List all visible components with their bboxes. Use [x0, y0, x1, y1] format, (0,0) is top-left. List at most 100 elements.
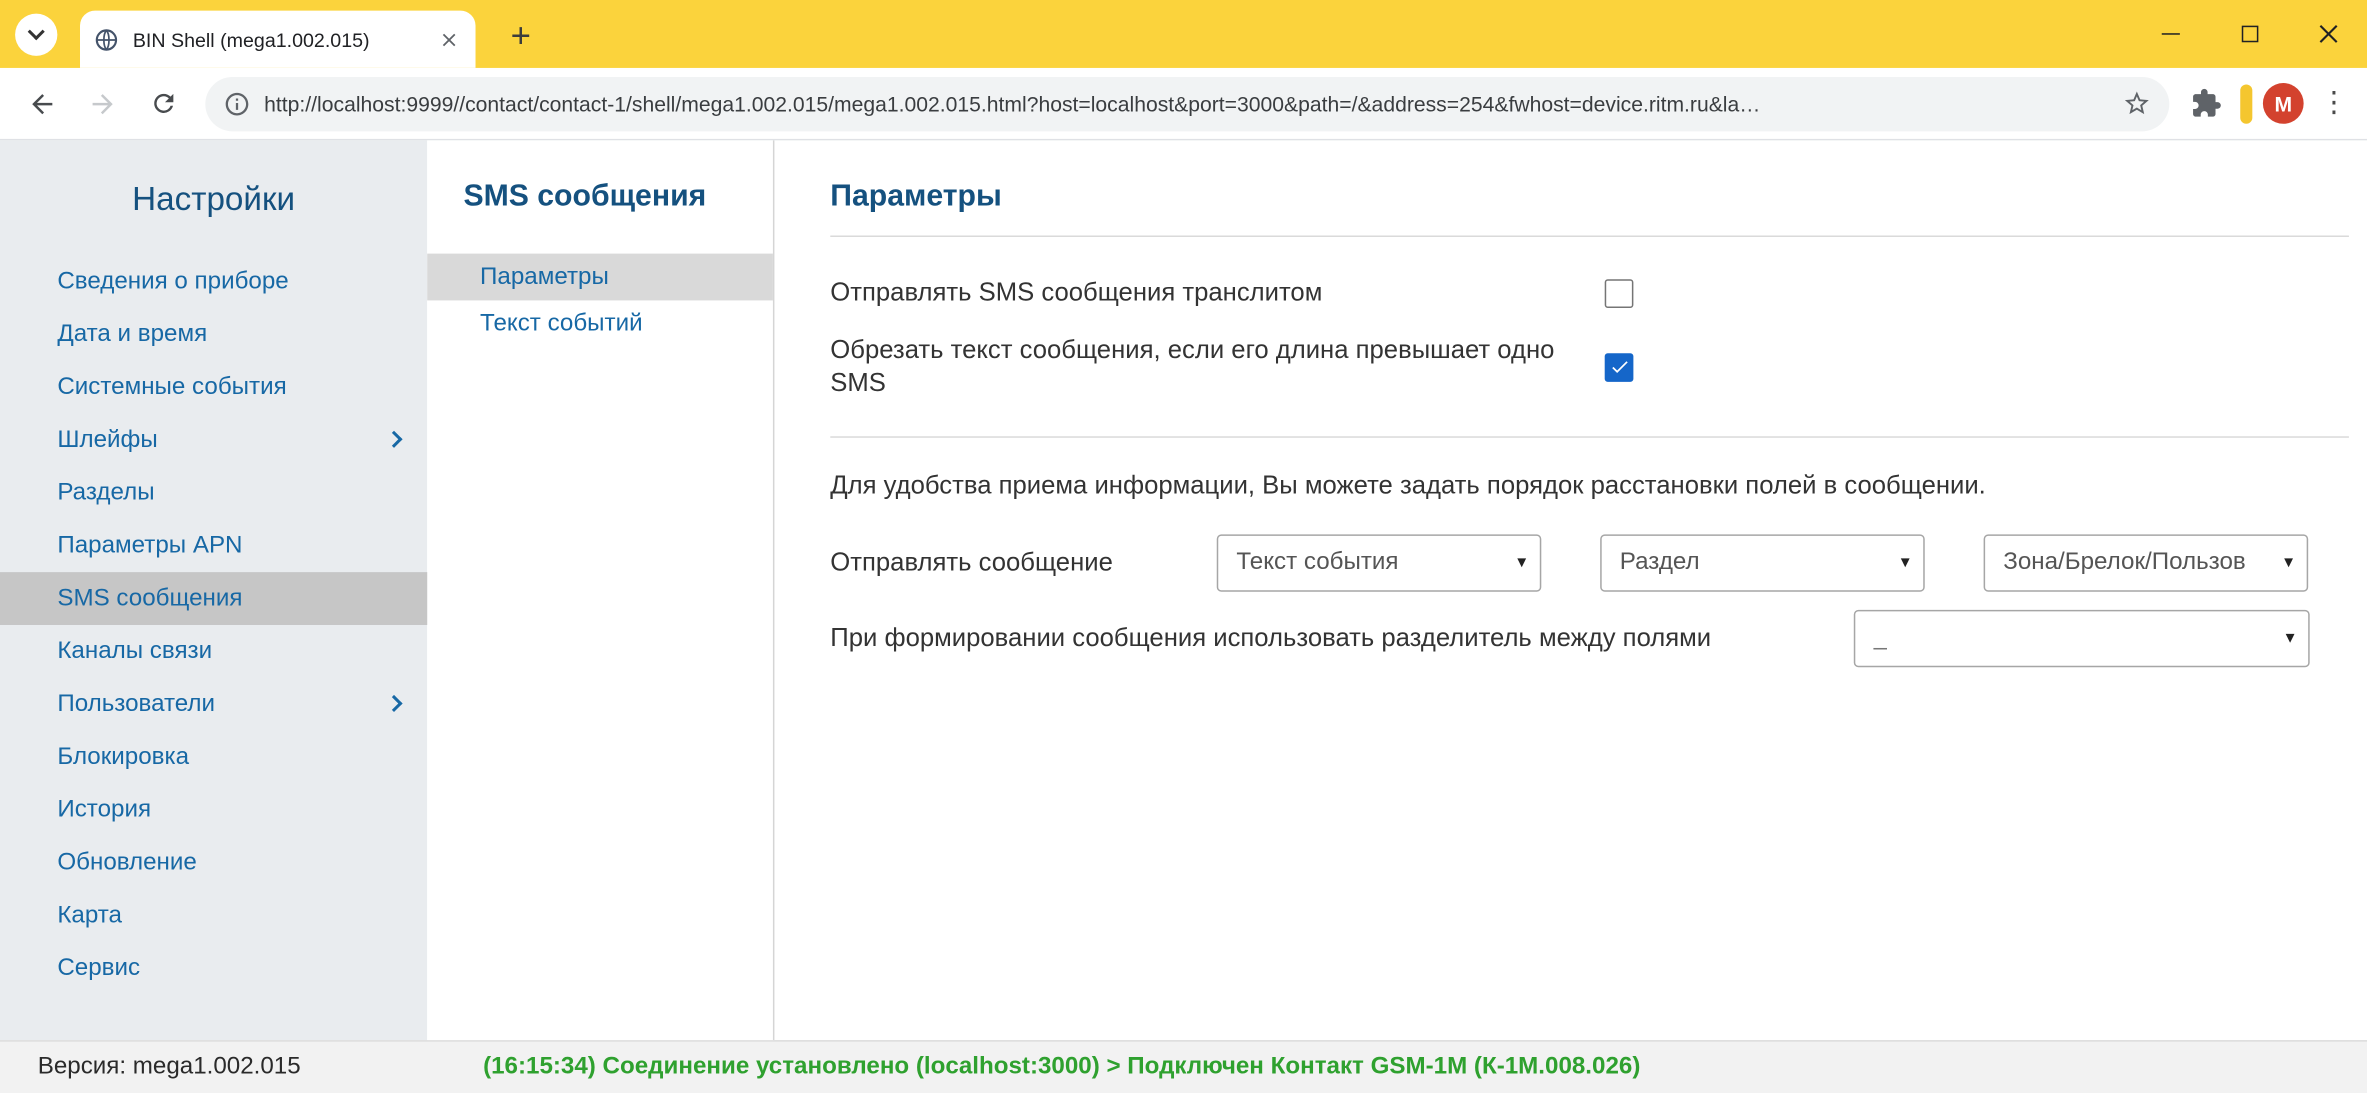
separator-select[interactable]: _ [1854, 610, 2310, 667]
field2-select[interactable]: Раздел [1600, 534, 1925, 591]
check-icon [1608, 356, 1629, 377]
chevron-right-icon [385, 695, 402, 712]
maximize-icon [2241, 26, 2258, 43]
sidebar-item-servis[interactable]: Сервис [0, 942, 427, 995]
submenu-item-tekst-sobytiy[interactable]: Текст событий [427, 300, 773, 347]
divider [830, 436, 2349, 438]
sidebar-item-obnovlenie[interactable]: Обновление [0, 836, 427, 889]
page-title: Параметры [830, 180, 2349, 215]
tab-strip: BIN Shell (mega1.002.015) [0, 0, 2367, 68]
sidebar-item-karta[interactable]: Карта [0, 889, 427, 942]
forward-icon [88, 88, 118, 118]
separator-row-label: При формировании сообщения использовать … [830, 623, 1854, 653]
reload-button[interactable] [136, 76, 190, 130]
sidebar-title: Настройки [0, 180, 427, 219]
new-tab-button[interactable] [498, 12, 543, 57]
maximize-button[interactable] [2210, 0, 2288, 68]
divider [830, 235, 2349, 237]
browser-tab[interactable]: BIN Shell (mega1.002.015) [80, 11, 476, 68]
toolbar-right: M [2181, 79, 2355, 127]
sidebar-item-label: Карта [57, 903, 122, 929]
field2-select-value: Раздел [1620, 549, 1700, 576]
close-button[interactable] [2289, 0, 2367, 68]
separator-select-value: _ [1873, 625, 1886, 652]
sidebar-item-shleyfy[interactable]: Шлейфы [0, 414, 427, 467]
truncate-checkbox[interactable] [1605, 352, 1634, 381]
field3-select[interactable]: Зона/Брелок/Пользов [1984, 534, 2309, 591]
site-favicon-icon [94, 26, 120, 52]
browser-window: BIN Shell (mega1.002.015) http://localho… [0, 0, 2367, 1093]
sidebar-item-label: Сервис [57, 956, 140, 982]
sidebar-item-label: Разделы [57, 480, 154, 506]
connection-status-text: (16:15:34) Соединение установлено (local… [483, 1054, 1640, 1081]
sidebar-item-label: Системные события [57, 374, 286, 400]
chevron-right-icon [385, 431, 402, 448]
reload-icon [149, 89, 178, 118]
sidebar-item-label: История [57, 797, 151, 823]
profile-avatar[interactable]: M [2263, 83, 2304, 124]
sidebar-item-label: Параметры APN [57, 533, 242, 559]
site-info-icon[interactable] [223, 90, 250, 117]
version-text: Версия: mega1.002.015 [38, 1054, 483, 1081]
star-icon [2122, 89, 2151, 118]
back-button[interactable] [15, 76, 69, 130]
sidebar-item-polzovateli[interactable]: Пользователи [0, 678, 427, 731]
minimize-icon [2162, 33, 2180, 35]
sidebar-item-label: Дата и время [57, 322, 207, 348]
bookmark-button[interactable] [2122, 89, 2151, 118]
window-controls [2132, 0, 2367, 68]
field1-select[interactable]: Текст события [1217, 534, 1542, 591]
address-bar: http://localhost:9999//contact/contact-1… [0, 68, 2367, 140]
sidebar-item-sms-soobshcheniya[interactable]: SMS сообщения [0, 572, 427, 625]
tab-title: BIN Shell (mega1.002.015) [133, 28, 435, 51]
sms-submenu: SMS сообщения Параметры Текст событий [427, 140, 774, 1040]
submenu-item-label: Текст событий [480, 311, 643, 337]
tab-close-icon[interactable] [435, 26, 462, 53]
submenu-title: SMS сообщения [427, 180, 773, 215]
sidebar-item-label: Обновление [57, 850, 196, 876]
sidebar-item-label: Блокировка [57, 744, 189, 770]
sidebar-item-label: Шлейфы [57, 427, 157, 453]
sidebar-item-label: Каналы связи [57, 639, 212, 665]
translit-label: Отправлять SMS сообщения транслитом [830, 276, 1322, 309]
truncate-row: Обрезать текст сообщения, если его длина… [830, 334, 1633, 400]
browser-menu-button[interactable] [2313, 79, 2355, 127]
sidebar-item-data-i-vremya[interactable]: Дата и время [0, 308, 427, 361]
chevron-down-icon [28, 23, 45, 40]
order-row-label: Отправлять сообщение [830, 548, 1216, 578]
settings-sidebar: Настройки Сведения о приборе Дата и врем… [0, 140, 427, 1040]
separator-row: При формировании сообщения использовать … [830, 610, 2349, 667]
submenu-item-parametry[interactable]: Параметры [427, 254, 773, 301]
minimize-button[interactable] [2132, 0, 2210, 68]
sidebar-item-razdely[interactable]: Разделы [0, 466, 427, 519]
message-order-row: Отправлять сообщение Текст события Разде… [830, 534, 2349, 591]
field3-select-value: Зона/Брелок/Пользов [2003, 549, 2246, 576]
sidebar-item-kanaly-svyazi[interactable]: Каналы связи [0, 625, 427, 678]
sidebar-item-label: Сведения о приборе [57, 269, 288, 295]
submenu-item-label: Параметры [480, 264, 609, 290]
translit-row: Отправлять SMS сообщения транслитом [830, 276, 1633, 309]
extensions-button[interactable] [2181, 79, 2229, 127]
url-bar[interactable]: http://localhost:9999//contact/contact-1… [205, 76, 2169, 130]
sidebar-item-label: SMS сообщения [57, 586, 242, 612]
sidebar-item-label: Пользователи [57, 691, 215, 717]
status-bar: Версия: mega1.002.015 (16:15:34) Соедине… [0, 1040, 2367, 1093]
sidebar-item-sistemnye-sobytiya[interactable]: Системные события [0, 361, 427, 414]
forward-button[interactable] [75, 76, 129, 130]
page-content: Настройки Сведения о приборе Дата и врем… [0, 140, 2367, 1040]
sidebar-item-parametry-apn[interactable]: Параметры APN [0, 519, 427, 572]
close-icon [2318, 24, 2338, 44]
url-text: http://localhost:9999//contact/contact-1… [264, 91, 2122, 115]
puzzle-icon [2190, 88, 2222, 120]
sidebar-item-blokirovka[interactable]: Блокировка [0, 731, 427, 784]
translit-checkbox[interactable] [1605, 279, 1634, 308]
tab-search-button[interactable] [15, 14, 57, 56]
pinned-extension-indicator[interactable] [2240, 84, 2252, 123]
order-hint-text: Для удобства приема информации, Вы может… [830, 471, 2349, 501]
sidebar-item-svedeniya-o-pribore[interactable]: Сведения о приборе [0, 255, 427, 308]
field1-select-value: Текст события [1236, 549, 1398, 576]
sidebar-item-istoriya[interactable]: История [0, 783, 427, 836]
back-icon [27, 88, 57, 118]
truncate-label: Обрезать текст сообщения, если его длина… [830, 334, 1555, 400]
parameters-panel: Параметры Отправлять SMS сообщения транс… [774, 140, 2367, 1040]
